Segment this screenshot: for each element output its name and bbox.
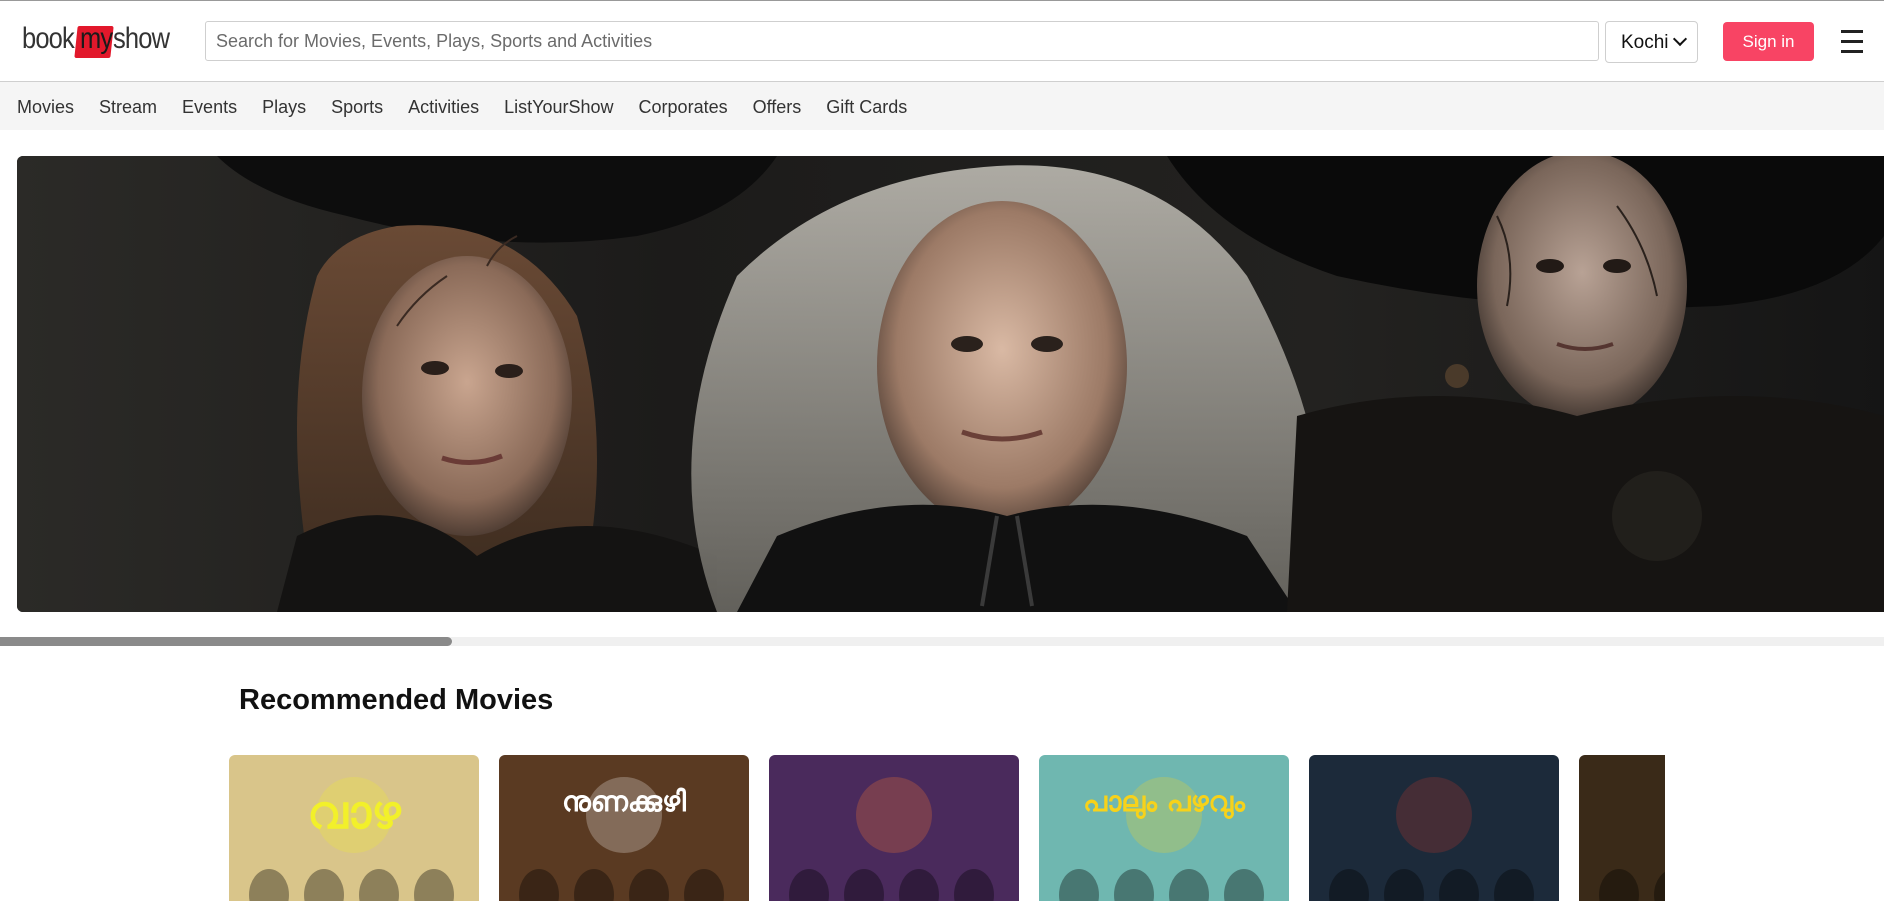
nav-item-plays[interactable]: Plays [262,97,306,118]
nav-item-offers[interactable]: Offers [753,97,802,118]
movie-poster-card[interactable] [1309,755,1559,901]
movie-poster-card[interactable] [769,755,1019,901]
movie-poster-image [1309,755,1559,901]
sign-in-button[interactable]: Sign in [1723,22,1814,61]
nav-item-activities[interactable]: Activities [408,97,479,118]
logo-text-show: show [113,22,170,55]
movie-poster-title: നുണക്കുഴി [562,785,686,818]
nav-item-corporates[interactable]: Corporates [639,97,728,118]
nav-item-sports[interactable]: Sports [331,97,383,118]
movie-poster-card[interactable]: വാഴ [229,755,479,901]
banner-image [17,156,1884,612]
movie-poster-card[interactable]: പാലും പഴവും [1039,755,1289,901]
nav-item-gift-cards[interactable]: Gift Cards [826,97,907,118]
movie-poster-image [499,755,749,901]
search-input[interactable] [206,22,1598,60]
hamburger-menu-icon[interactable] [1841,30,1863,53]
chevron-down-icon [1672,31,1688,47]
bookmyshow-logo[interactable]: book my show [22,20,172,60]
nav-item-events[interactable]: Events [182,97,237,118]
logo-text-my: my [80,22,113,55]
city-select[interactable]: Kochi [1605,21,1698,63]
site-header: book my show Kochi Sign in [0,1,1884,82]
movie-poster-image [1579,755,1665,901]
carousel-progress-bar[interactable] [0,637,1884,646]
movie-poster-image [769,755,1019,901]
nav-item-listyourshow[interactable]: ListYourShow [504,97,613,118]
carousel-progress-fill [0,637,452,646]
city-select-value: Kochi [1621,32,1669,53]
recommended-movies-row: വാഴ നുണക്കുഴി പാലും പഴവും [229,755,1665,901]
movie-poster-card[interactable]: നുണക്കുഴി [499,755,749,901]
movie-poster-card[interactable] [1579,755,1665,901]
nav-item-movies[interactable]: Movies [17,97,74,118]
search-box [205,21,1599,61]
recommended-movies-title: Recommended Movies [239,684,554,716]
movie-poster-title: പാലും പഴവും [1083,785,1245,818]
logo-text-book: book [22,22,75,55]
category-nav: Movies Stream Events Plays Sports Activi… [0,82,1884,130]
hero-banner[interactable] [17,156,1884,612]
nav-item-stream[interactable]: Stream [99,97,157,118]
movie-poster-image [1039,755,1289,901]
movie-poster-title: വാഴ [307,785,401,839]
